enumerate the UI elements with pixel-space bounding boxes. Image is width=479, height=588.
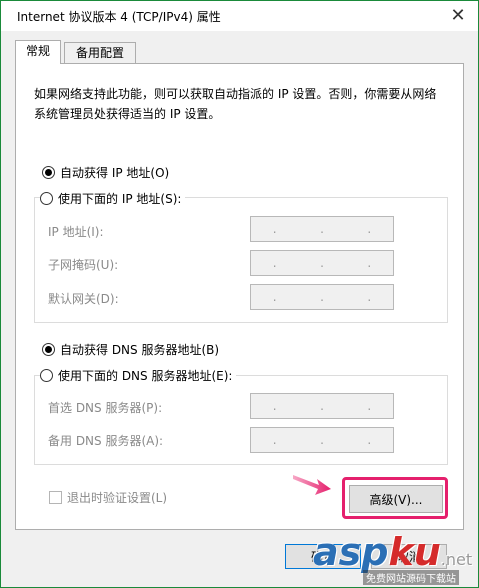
dns-manual-radio-row[interactable]: 使用下面的 DNS 服务器地址(E):: [40, 367, 237, 384]
ip-address-label: IP 地址(I):: [48, 225, 104, 239]
subnet-mask-label: 子网掩码(U):: [48, 258, 119, 272]
dns-auto-radio-row[interactable]: 自动获得 DNS 服务器地址(B): [42, 341, 219, 358]
validate-settings-row[interactable]: 退出时验证设置(L): [49, 489, 167, 506]
close-icon[interactable]: ✕: [444, 3, 472, 29]
general-panel: 如果网络支持此功能，则可以获取自动指派的 IP 设置。否则，你需要从网络系统管理…: [15, 63, 464, 530]
alternate-dns-label: 备用 DNS 服务器(A):: [48, 434, 164, 448]
validate-settings-checkbox[interactable]: [49, 491, 62, 504]
ip-manual-radio-row[interactable]: 使用下面的 IP 地址(S):: [40, 190, 186, 207]
window-title: Internet 协议版本 4 (TCP/IPv4) 属性: [17, 10, 221, 24]
watermark-subtitle: 免费网站源码下载站: [363, 570, 459, 585]
dns-manual-radio[interactable]: [40, 369, 53, 382]
ip-auto-radio-row[interactable]: 自动获得 IP 地址(O): [42, 164, 169, 181]
preferred-dns-label: 首选 DNS 服务器(P):: [48, 401, 163, 415]
ip-auto-radio[interactable]: [42, 166, 55, 179]
alternate-dns-input[interactable]: ...: [250, 427, 394, 453]
ip-address-input[interactable]: ...: [250, 216, 394, 242]
tab-alternate-config-label: 备用配置: [75, 46, 124, 60]
ip-manual-label: 使用下面的 IP 地址(S):: [58, 192, 182, 206]
ip-manual-radio[interactable]: [40, 192, 53, 205]
default-gateway-label: 默认网关(D):: [48, 292, 119, 306]
dialog-window: Internet 协议版本 4 (TCP/IPv4) 属性 ✕ 常规 备用配置 …: [0, 0, 479, 588]
validate-settings-label: 退出时验证设置(L): [67, 491, 168, 505]
description-text: 如果网络支持此功能，则可以获取自动指派的 IP 设置。否则，你需要从网络系统管理…: [34, 87, 437, 121]
title-bar[interactable]: Internet 协议版本 4 (TCP/IPv4) 属性 ✕: [1, 1, 478, 31]
default-gateway-input[interactable]: ...: [250, 284, 394, 310]
tab-general[interactable]: 常规: [15, 40, 61, 64]
advanced-button[interactable]: 高级(V)...: [349, 485, 443, 513]
pointer-arrow-icon: [293, 475, 331, 495]
dns-auto-radio[interactable]: [42, 343, 55, 356]
ip-auto-label: 自动获得 IP 地址(O): [60, 166, 170, 180]
dns-auto-label: 自动获得 DNS 服务器地址(B): [60, 343, 220, 357]
preferred-dns-input[interactable]: ...: [250, 393, 394, 419]
tab-general-label: 常规: [25, 44, 50, 58]
site-watermark: aspku.net 免费网站源码下载站: [301, 526, 478, 586]
tab-alternate-config[interactable]: 备用配置: [64, 42, 136, 63]
watermark-brand: aspku.net: [313, 530, 473, 574]
dns-manual-label: 使用下面的 DNS 服务器地址(E):: [58, 369, 233, 383]
subnet-mask-input[interactable]: ...: [250, 250, 394, 276]
